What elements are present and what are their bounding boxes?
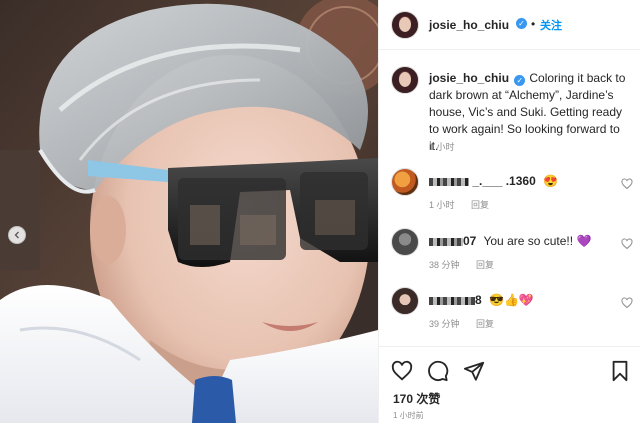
comment-line: 07 You are so cute!! 💜 — [429, 234, 591, 248]
post-header: josie_ho_chiu ✓ • 关注 — [379, 0, 640, 50]
post-timestamp: 1 小时前 — [393, 411, 424, 420]
reply-button[interactable]: 回复 — [471, 200, 489, 210]
commenter-username[interactable]: _.___ .1360 — [429, 174, 536, 188]
comment-like-icon[interactable] — [621, 238, 633, 250]
comment-icon[interactable] — [427, 360, 449, 382]
commenter-avatar[interactable] — [391, 287, 419, 315]
comment-item: 8 😎👍💖 39 分钟 回复 — [379, 287, 640, 330]
caption-timestamp: 1 小时 — [429, 142, 455, 152]
comment-meta: 39 分钟 回复 — [429, 317, 508, 330]
comment-time: 1 小时 — [429, 200, 455, 210]
post-sidebar: josie_ho_chiu ✓ • 关注 josie_ho_chiu ✓ Colo… — [378, 0, 640, 423]
comment-like-icon[interactable] — [621, 178, 633, 190]
caption-username[interactable]: josie_ho_chiu — [429, 71, 509, 85]
comment-line: _.___ .1360 😍 — [429, 174, 558, 188]
comment-text: 😍 — [543, 174, 559, 188]
comment-time: 39 分钟 — [429, 319, 460, 329]
likes-count[interactable]: 170 次赞 — [393, 390, 440, 407]
post-photo — [0, 0, 378, 423]
verified-badge-icon: ✓ — [516, 18, 527, 29]
commenter-avatar[interactable] — [391, 168, 419, 196]
author-avatar[interactable] — [391, 11, 419, 39]
comment-item: _.___ .1360 😍 1 小时 回复 — [379, 168, 640, 211]
follow-button[interactable]: 关注 — [540, 17, 562, 33]
bookmark-icon[interactable] — [609, 360, 631, 382]
comment-like-icon[interactable] — [621, 297, 633, 309]
verified-badge-icon: ✓ — [514, 75, 526, 86]
redacted-name — [429, 296, 475, 305]
share-icon[interactable] — [463, 360, 485, 382]
author-username[interactable]: josie_ho_chiu — [429, 18, 509, 32]
separator-dot: • — [531, 17, 536, 31]
commenter-avatar[interactable] — [391, 228, 419, 256]
comment-meta: 1 小时 回复 — [429, 198, 503, 211]
comment-line: 8 😎👍💖 — [429, 293, 534, 307]
caption-text: josie_ho_chiu ✓ Coloring it back to dark … — [429, 70, 629, 155]
comment-time: 38 分钟 — [429, 260, 460, 270]
chevron-left-icon — [14, 231, 19, 239]
selfie-image — [0, 0, 378, 423]
comment-text: 😎👍💖 — [489, 293, 534, 307]
commenter-username[interactable]: 8 — [429, 293, 482, 307]
reply-button[interactable]: 回复 — [476, 260, 494, 270]
action-bar — [379, 346, 640, 396]
redacted-name — [429, 177, 469, 186]
redacted-name — [429, 237, 463, 246]
carousel-prev-button[interactable] — [8, 226, 26, 244]
heart-icon[interactable] — [391, 360, 413, 382]
caption-avatar[interactable] — [391, 66, 419, 94]
comment-meta: 38 分钟 回复 — [429, 258, 508, 271]
reply-button[interactable]: 回复 — [476, 319, 494, 329]
comment-item: 07 You are so cute!! 💜 38 分钟 回复 — [379, 228, 640, 271]
comment-text: You are so cute!! 💜 — [483, 234, 592, 248]
commenter-username[interactable]: 07 — [429, 234, 476, 248]
